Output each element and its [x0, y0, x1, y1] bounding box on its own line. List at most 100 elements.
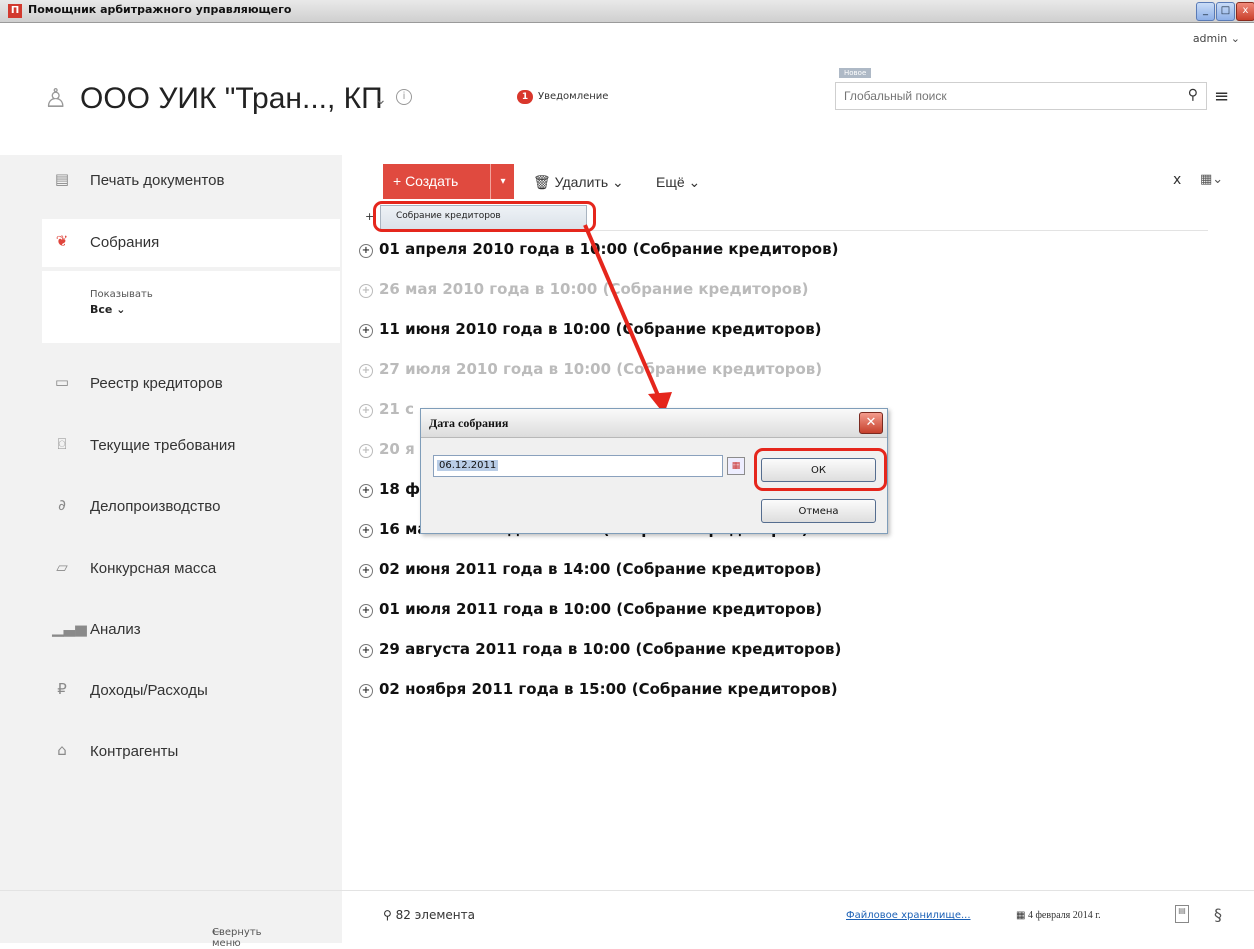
sidebar-item-label: Собрания [90, 234, 160, 251]
sidebar-item-meetings[interactable]: ❦ Собрания [42, 219, 340, 267]
date-field[interactable]: 06.12.2011 [433, 455, 723, 477]
sidebar-item-registry[interactable]: ▭ Реестр кредиторов [42, 360, 340, 408]
notification-badge[interactable]: 1 [517, 90, 533, 104]
meeting-row[interactable]: +02 ноября 2011 года в 15:00 (Собрание к… [359, 680, 838, 698]
calculator-icon[interactable]: ▤ [1175, 905, 1189, 923]
maximize-icon[interactable]: □ [1216, 2, 1235, 21]
meeting-row[interactable]: +29 августа 2011 года в 10:00 (Собрание … [359, 640, 841, 658]
expand-icon[interactable]: + [359, 364, 373, 378]
chevron-down-icon[interactable]: ⌄ [375, 92, 387, 108]
meeting-row[interactable]: +27 июля 2010 года в 10:00 (Собрание кре… [359, 360, 822, 378]
view-settings-icon[interactable]: ▦⌄ [1200, 172, 1223, 187]
company-title[interactable]: ООО УИК "Тран..., КП [80, 82, 383, 116]
requirements-icon: ⌼ [57, 435, 67, 453]
meeting-title: 20 я [379, 440, 415, 458]
paperclip-icon: ∂ [58, 496, 66, 514]
trash-icon: 🗑 [533, 174, 551, 190]
cancel-button[interactable]: Отмена [761, 499, 876, 523]
meetings-filter[interactable]: Показывать Все ⌄ [42, 271, 340, 343]
sidebar-item-analysis[interactable]: ▁▃▅ Анализ [42, 606, 340, 654]
expand-icon[interactable]: + [359, 644, 373, 658]
meeting-title: 21 с [379, 400, 414, 418]
filter-label: Показывать [90, 289, 153, 300]
meeting-row[interactable]: +02 июня 2011 года в 14:00 (Собрание кре… [359, 560, 822, 578]
meeting-row[interactable]: +21 с [359, 400, 414, 418]
minimize-icon[interactable]: _ [1196, 2, 1215, 21]
expand-icon[interactable]: + [359, 284, 373, 298]
meeting-row[interactable]: +26 мая 2010 года в 10:00 (Собрание кред… [359, 280, 808, 298]
annotation-highlight-menu [373, 201, 596, 232]
annotation-highlight-ok [754, 448, 887, 491]
expand-icon[interactable]: + [359, 484, 373, 498]
create-button[interactable]: + Создать ▾ [383, 164, 514, 199]
expand-icon[interactable]: + [359, 404, 373, 418]
sidebar-item-records[interactable]: ∂ Делопроизводство [42, 483, 340, 531]
current-date: ▦ 4 февраля 2014 г. [1016, 910, 1101, 921]
dialog-close-icon[interactable]: ✕ [859, 412, 883, 434]
bank-icon: ⌂ [57, 741, 67, 759]
global-search[interactable]: ⚲ [835, 82, 1207, 110]
footer: ← Свернуть меню ⚲ 82 элемента Файловое х… [0, 890, 1254, 949]
registry-icon: ▭ [54, 373, 70, 391]
date-value: 06.12.2011 [437, 460, 499, 471]
sidebar-item-finance[interactable]: ₽ Доходы/Расходы [42, 667, 340, 715]
analysis-chart-icon: ▁▃▅ [52, 619, 87, 637]
user-menu[interactable]: admin ⌄ [1193, 32, 1240, 45]
element-count: ⚲ 82 элемента [383, 908, 475, 922]
search-icon[interactable]: ⚲ [1188, 87, 1198, 103]
window-titlebar: П Помощник арбитражного управляющего _ □… [0, 0, 1254, 23]
meeting-title: 02 ноября 2011 года в 15:00 (Собрание кр… [379, 680, 838, 698]
meeting-row[interactable]: +01 июля 2011 года в 10:00 (Собрание кре… [359, 600, 822, 618]
file-storage-link[interactable]: Файловое хранилище... [846, 910, 971, 921]
meeting-title: 01 апреля 2010 года в 10:00 (Собрание кр… [379, 240, 839, 258]
meetings-handshake-icon: ❦ [55, 232, 69, 250]
info-icon[interactable]: i [396, 89, 412, 105]
sidebar-item-print[interactable]: ▤ Печать документов [42, 157, 340, 205]
calendar-date-icon: ▦ [1016, 910, 1026, 921]
meeting-title: 27 июля 2010 года в 10:00 (Собрание кред… [379, 360, 823, 378]
expand-icon[interactable]: + [359, 684, 373, 698]
create-dropdown-chevron-icon[interactable]: ▾ [490, 164, 515, 199]
close-icon[interactable]: x [1173, 172, 1181, 188]
more-button[interactable]: Ещё ⌄ [656, 174, 700, 191]
paragraph-icon[interactable]: § [1214, 905, 1222, 924]
sidebar-item-label: Доходы/Расходы [90, 682, 208, 699]
meeting-row[interactable]: +20 я [359, 440, 415, 458]
meeting-row[interactable]: +01 апреля 2010 года в 10:00 (Собрание к… [359, 240, 838, 258]
sidebar-item-label: Реестр кредиторов [90, 375, 223, 392]
notification-label[interactable]: Уведомление [538, 91, 608, 102]
calendar-icon[interactable]: ▦ [727, 457, 745, 475]
meeting-title: 11 июня 2010 года в 10:00 (Собрание кред… [379, 320, 822, 338]
meeting-title: 02 июня 2011 года в 14:00 (Собрание кред… [379, 560, 822, 578]
sidebar-item-label: Делопроизводство [90, 498, 221, 515]
expand-icon[interactable]: + [359, 524, 373, 538]
search-icon: ⚲ [383, 908, 392, 922]
sidebar-item-contractors[interactable]: ⌂ Контрагенты [42, 728, 340, 776]
meeting-title: 29 августа 2011 года в 10:00 (Собрание к… [379, 640, 842, 658]
sidebar-item-label: Конкурсная масса [90, 560, 217, 577]
search-input[interactable] [844, 88, 1174, 104]
expand-icon[interactable]: + [359, 444, 373, 458]
sidebar-item-requirements[interactable]: ⌼ Текущие требования [42, 422, 340, 470]
expand-icon[interactable]: + [359, 324, 373, 338]
dialog-title: Дата собрания [429, 416, 509, 430]
search-new-tag: Новое [839, 68, 872, 78]
create-button-label: + Создать [393, 173, 459, 189]
sidebar-item-label: Текущие требования [90, 437, 236, 454]
sidebar-item-mass[interactable]: ▱ Конкурсная масса [42, 545, 340, 593]
expand-icon[interactable]: + [359, 604, 373, 618]
expand-icon[interactable]: + [359, 564, 373, 578]
meeting-row[interactable]: +11 июня 2010 года в 10:00 (Собрание кре… [359, 320, 822, 338]
collapse-menu-button[interactable]: ← Свернуть меню [0, 891, 342, 949]
meeting-row[interactable]: +18 ф [359, 480, 420, 498]
meeting-title: 18 ф [379, 480, 420, 498]
company-person-icon: ♙ [44, 84, 68, 114]
filter-value[interactable]: Все ⌄ [90, 303, 125, 316]
user-name: admin [1192, 32, 1228, 45]
delete-button[interactable]: 🗑 Удалить ⌄ [533, 174, 624, 191]
dialog-titlebar: Дата собрания ✕ [421, 409, 887, 438]
menu-icon[interactable]: ≡ [1214, 86, 1229, 107]
expand-icon[interactable]: + [359, 244, 373, 258]
ruble-icon: ₽ [57, 680, 67, 698]
close-window-icon[interactable]: x [1236, 2, 1254, 21]
